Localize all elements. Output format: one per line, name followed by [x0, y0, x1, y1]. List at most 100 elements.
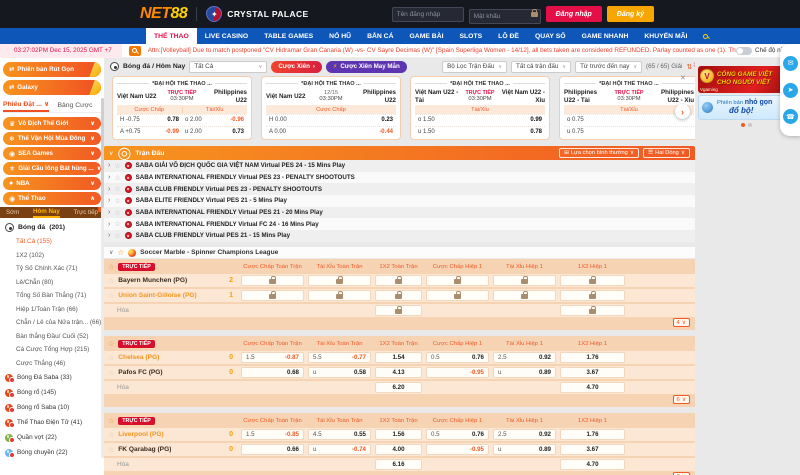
odds-cell[interactable]: u0.58 [308, 367, 371, 378]
parlay-button[interactable]: Cược Xiên› [271, 61, 322, 73]
bet-type-item-4[interactable]: Tổng Số Bàn Thắng (71) [3, 289, 101, 303]
support-icon[interactable]: ☎ [783, 109, 798, 124]
odds-cell[interactable]: -0.95 [426, 444, 489, 455]
quick-button-0[interactable]: ⇄Phiên bản Rút Gọn [3, 62, 101, 77]
more-bets-button[interactable]: 6∨ [673, 395, 690, 404]
odds-cell[interactable]: o 1.500.99 [415, 117, 545, 123]
odds-cell[interactable]: A 0.00-0.44 [266, 129, 396, 135]
featured-match-card-1[interactable]: *ĐẠI HỘI THỂ THAO ...Việt Nam U2212/1503… [261, 76, 401, 140]
odds-cell[interactable]: 0.68 [241, 367, 304, 378]
dark-mode-toggle[interactable] [736, 47, 752, 55]
odds-cell[interactable] [308, 275, 371, 286]
net88-logo[interactable]: NET88 [140, 5, 187, 23]
odds-cell[interactable]: o 0.75 [564, 117, 694, 123]
ad-close-icon[interactable]: ✕ [680, 74, 686, 82]
star-icon[interactable]: ☆ [114, 174, 120, 182]
nav-item-2[interactable]: TABLE GAMES [256, 28, 321, 44]
time-tab-1[interactable]: Hôm Nay [33, 207, 60, 218]
odds-cell[interactable] [560, 305, 625, 316]
nav-item-7[interactable]: LÔ ĐỀ [490, 28, 527, 44]
all-matches-select[interactable]: Tất cả trận đấu∨ [511, 61, 571, 73]
odds-cell[interactable]: u0.89 [493, 444, 556, 455]
odds-cell[interactable]: 4.13 [375, 367, 422, 378]
nav-item-5[interactable]: GAME BÀI [402, 28, 452, 44]
odds-cell[interactable] [375, 305, 422, 316]
cards-next-button[interactable]: › [675, 104, 690, 119]
more-bets-button[interactable]: 4∨ [673, 318, 690, 327]
sidebar-accordion-1[interactable]: ❄Thế Vận Hội Mùa Đông∨ [3, 132, 101, 145]
star-icon[interactable]: ☆ [108, 354, 114, 362]
odds-cell[interactable]: u0.89 [493, 367, 556, 378]
bet-type-item-6[interactable]: Chẵn / Lẻ của Nửa trận... (66) [3, 316, 101, 330]
sidebar-accordion-4[interactable]: ●NBA∨ [3, 177, 101, 190]
odds-cell[interactable]: 4.50.55 [308, 429, 371, 440]
odds-cell[interactable]: 0.50.76 [426, 429, 489, 440]
league-row-6[interactable]: ›☆SABA CLUB FRIENDLY Virtual PES 21 - 15… [104, 230, 695, 242]
odds-cell[interactable]: 6.20 [375, 382, 422, 393]
odds-cell[interactable]: 1.56 [375, 429, 422, 440]
star-icon[interactable]: ☆ [108, 446, 114, 454]
section-header-0[interactable]: ∨☆Soccer Marble - Spinner Champions Leag… [104, 246, 695, 259]
nav-search-icon[interactable] [695, 28, 716, 44]
odds-cell[interactable] [560, 275, 625, 286]
sidebar-accordion-5[interactable]: ◉Thể Thao∧ [3, 192, 101, 205]
star-icon[interactable]: ☆ [114, 185, 120, 193]
lucky-parlay-button[interactable]: ⚡Cược Xiên May Mắn [326, 61, 407, 73]
star-icon[interactable]: ☆ [114, 220, 120, 228]
star-icon[interactable]: ☆ [108, 340, 114, 348]
nav-item-0[interactable]: THỂ THAO [146, 28, 197, 44]
login-button[interactable]: Đăng nhập [546, 6, 602, 22]
nav-item-10[interactable]: KHUYẾN MÃI [636, 28, 695, 44]
odds-cell[interactable]: 4.70 [560, 382, 625, 393]
odds-cell[interactable]: 0.50.76 [426, 352, 489, 363]
odds-cell[interactable]: 1.54 [375, 352, 422, 363]
nav-item-4[interactable]: BẮN CÁ [359, 28, 401, 44]
odds-cell[interactable] [560, 290, 625, 301]
sidebar-item-football[interactable]: Bóng đá (201) [3, 218, 101, 235]
odds-cell[interactable] [375, 290, 422, 301]
star-icon[interactable]: ☆ [117, 248, 124, 257]
match-filter-select[interactable]: Bộ Lọc Trận Đấu∨ [442, 61, 507, 73]
odds-cell[interactable] [493, 290, 556, 301]
bet-type-item-5[interactable]: Hiệp 1/Toàn Trận (66) [3, 303, 101, 317]
register-button[interactable]: Đăng ký [607, 6, 654, 22]
sidebar-accordion-3[interactable]: ⚜Giải Cầu lông Bát hùng ...∨ [3, 162, 101, 175]
sidebar-sport-item-1[interactable]: Bóng rổ (145) [3, 385, 101, 400]
sidebar-sport-item-5[interactable]: Bóng chuyền (22) [3, 445, 101, 460]
display-mode-select[interactable]: ⊞Lựa chọn bình thường∨ [559, 148, 639, 158]
featured-match-card-2[interactable]: *ĐẠI HỘI THỂ THAO ...Việt Nam U22 - TàiT… [410, 76, 550, 140]
odds-cell[interactable] [375, 275, 422, 286]
sidebar-sport-item-2[interactable]: Bóng rổ Saba (10) [3, 400, 101, 415]
star-icon[interactable]: ☆ [114, 197, 120, 205]
odds-cell[interactable]: 4.00 [375, 444, 422, 455]
odds-cell[interactable]: o 2.00-0.96 [182, 117, 247, 123]
odds-cell[interactable]: A +0.75-0.99 [117, 129, 182, 135]
nav-item-1[interactable]: LIVE CASINO [197, 28, 256, 44]
star-icon[interactable]: ☆ [114, 232, 120, 240]
odds-cell[interactable]: u 1.500.78 [415, 129, 545, 135]
bet-type-item-0[interactable]: Tất Cả (155) [3, 235, 101, 249]
announcement-search-icon[interactable] [129, 46, 141, 56]
username-input[interactable] [392, 7, 464, 22]
quick-button-1[interactable]: ⇄Galaxy [3, 80, 101, 95]
telegram-icon[interactable]: ➤ [783, 83, 798, 98]
nav-item-8[interactable]: QUAY SỐ [527, 28, 574, 44]
sidebar-tab-0[interactable]: Phiếu Đặt ...∨ [3, 98, 49, 112]
sidebar-sport-item-4[interactable]: Quần vợt (22) [3, 430, 101, 445]
odds-cell[interactable]: 2.50.92 [493, 429, 556, 440]
star-icon[interactable]: ☆ [108, 277, 114, 285]
odds-cell[interactable] [241, 290, 304, 301]
odds-cell[interactable]: 5.5-0.77 [308, 352, 371, 363]
odds-cell[interactable]: 4.70 [560, 459, 625, 470]
sidebar-accordion-2[interactable]: ◉SEA Games∨ [3, 147, 101, 160]
nav-item-9[interactable]: GAME NHANH [574, 28, 637, 44]
bet-type-item-3[interactable]: Lẻ/Chẵn (80) [3, 276, 101, 290]
rows-mode-select[interactable]: ☰Hai Dòng∨ [643, 148, 690, 158]
odds-cell[interactable]: 1.76 [560, 429, 625, 440]
odds-cell[interactable]: 3.67 [560, 444, 625, 455]
league-row-0[interactable]: ›☆SABA GIẢI VÔ ĐỊCH QUỐC GIA VIỆT NAM Vi… [104, 160, 695, 172]
sidebar-tab-1[interactable]: Bảng Cược [57, 98, 92, 112]
password-input[interactable] [469, 9, 541, 24]
odds-cell[interactable]: -0.95 [426, 367, 489, 378]
odds-cell[interactable]: u 2.000.73 [182, 129, 247, 135]
